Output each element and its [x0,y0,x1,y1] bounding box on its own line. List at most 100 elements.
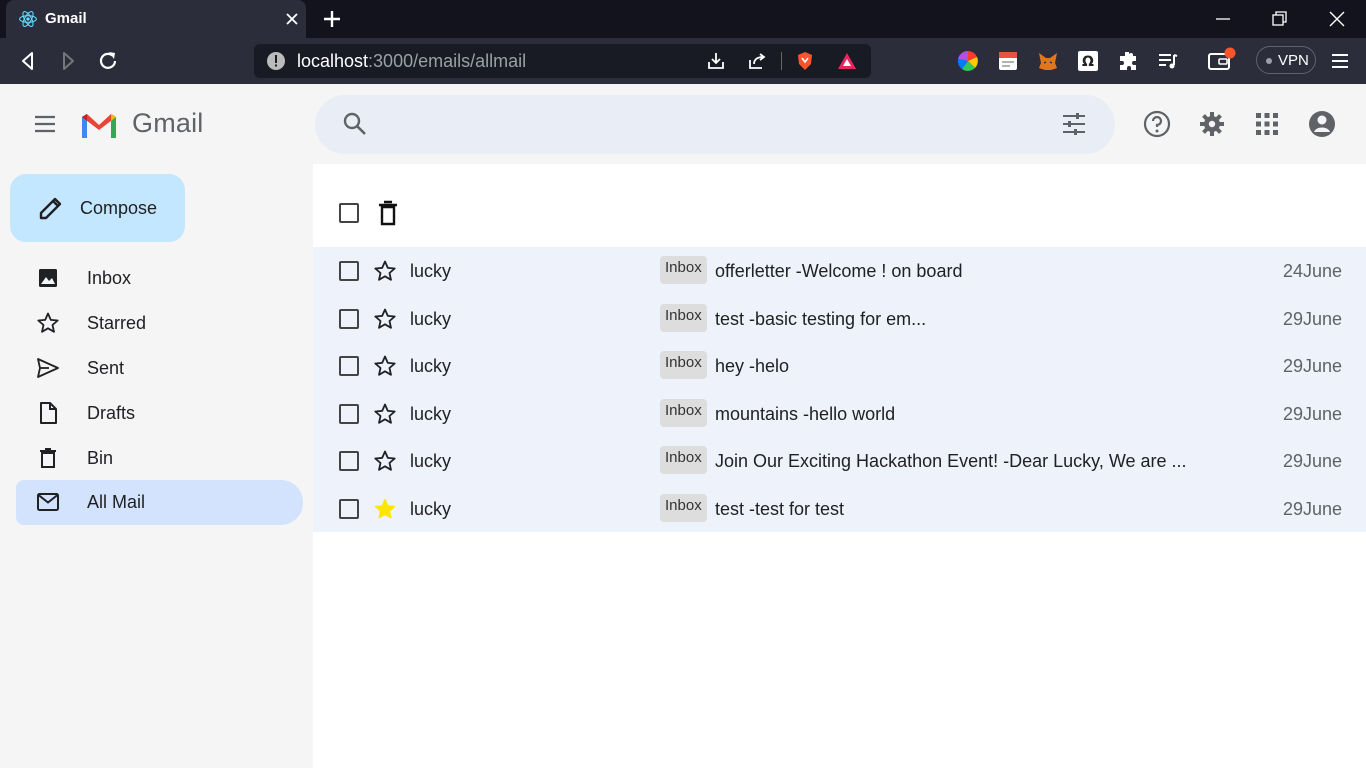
sidebar-item-sent[interactable]: Sent [16,346,303,391]
install-icon[interactable] [705,50,727,72]
email-row[interactable]: lucky Inbox offerletter -Welcome ! on bo… [313,247,1366,295]
email-checkbox[interactable] [339,498,359,519]
wallet-icon[interactable] [1206,47,1236,73]
settings-gear-icon[interactable] [1198,110,1226,138]
pencil-icon [39,197,62,220]
url-text: localhost:3000/emails/allmail [297,51,526,72]
close-tab-icon[interactable] [282,9,302,29]
email-row[interactable]: lucky Inbox test -basic testing for em..… [313,294,1366,342]
vpn-status-icon [1266,58,1272,64]
hamburger-menu-icon[interactable] [33,112,57,136]
close-window-icon[interactable] [1326,8,1348,30]
tab-title: Gmail [45,10,87,27]
minimize-icon[interactable] [1212,8,1234,30]
share-icon[interactable] [746,50,768,72]
star-outline-icon [37,312,59,333]
gmail-header: Gmail [0,84,1366,164]
svg-text:Ω: Ω [1082,54,1094,70]
sidebar-item-drafts[interactable]: Drafts [16,391,303,436]
label-badge: Inbox [660,493,707,522]
email-row[interactable]: lucky Inbox Join Our Exciting Hackathon … [313,437,1366,485]
star-filled-icon[interactable] [373,497,397,521]
photo-icon [39,269,57,287]
browser-menu-icon[interactable] [1328,49,1352,73]
react-logo-icon [19,11,37,27]
omega-extension-icon[interactable]: Ω [1076,49,1100,73]
email-sender: lucky [410,451,452,471]
brave-rewards-icon[interactable] [836,50,858,72]
email-subject: test -test for test [715,498,845,519]
sidebar-item-inbox[interactable]: Inbox [16,256,303,301]
media-playlist-icon[interactable] [1156,49,1180,73]
email-subject: Join Our Exciting Hackathon Event! -Dear… [715,451,1187,471]
sidebar-item-label: Starred [87,313,147,333]
delete-icon[interactable] [376,200,400,226]
search-bar[interactable] [315,95,1115,154]
email-sender: lucky [410,308,452,329]
email-subject: mountains -hello world [715,403,896,424]
send-icon [37,358,59,378]
search-icon[interactable] [342,111,368,137]
sidebar-item-bin[interactable]: Bin [16,436,303,481]
extensions-puzzle-icon[interactable] [1116,49,1140,73]
browser-tab[interactable]: Gmail [6,0,306,38]
url-host: localhost [297,51,369,71]
sidebar-item-label: Drafts [87,403,136,423]
brand-name: Gmail [132,108,204,138]
vpn-button[interactable]: VPN [1256,46,1316,74]
vpn-label: VPN [1278,52,1309,69]
email-date: 29June [1282,403,1342,424]
url-path: :3000/emails/allmail [368,51,527,71]
email-sender: lucky [410,498,452,519]
compose-button[interactable]: Compose [10,174,185,242]
email-row[interactable]: lucky Inbox mountains -hello world 29Jun… [313,389,1366,437]
label-badge: Inbox [660,303,707,332]
label-badge: Inbox [660,446,707,474]
site-info-icon[interactable] [266,51,286,71]
email-sender: lucky [410,356,452,376]
select-all-checkbox[interactable] [339,203,359,223]
account-avatar-icon[interactable] [1308,110,1336,138]
search-input[interactable] [385,109,1035,139]
email-checkbox[interactable] [339,403,359,424]
compose-label: Compose [80,198,158,218]
help-icon[interactable] [1143,110,1171,138]
brave-shield-icon[interactable] [794,50,816,72]
sidebar-item-all-mail[interactable]: All Mail [16,480,303,525]
star-outline-icon[interactable] [373,402,397,426]
restore-icon[interactable] [1268,8,1290,30]
email-checkbox[interactable] [339,261,359,281]
label-badge: Inbox [660,256,707,284]
new-tab-icon[interactable] [320,7,344,31]
apps-grid-icon[interactable] [1253,110,1281,138]
email-date: 29June [1282,451,1342,471]
label-badge: Inbox [660,351,707,379]
mail-actions-bar [313,164,1366,247]
email-date: 24June [1282,261,1342,281]
color-wheel-extension-icon[interactable] [956,49,980,73]
forward-icon[interactable] [56,49,80,73]
email-checkbox[interactable] [339,308,359,329]
omnibox-divider [781,52,782,70]
email-checkbox[interactable] [339,356,359,376]
star-outline-icon[interactable] [373,259,397,283]
email-checkbox[interactable] [339,451,359,471]
sidebar-item-label: Bin [87,448,114,468]
star-outline-icon[interactable] [373,354,397,378]
star-outline-icon[interactable] [373,449,397,473]
reload-icon[interactable] [96,49,120,73]
address-bar[interactable]: localhost:3000/emails/allmail [254,44,871,78]
back-icon[interactable] [16,49,40,73]
search-options-icon[interactable] [1061,111,1087,137]
email-sender: lucky [410,403,452,424]
email-row[interactable]: lucky Inbox hey -helo 29June [313,342,1366,390]
file-icon [40,402,57,424]
browser-tab-bar: Gmail [0,0,1366,38]
email-date: 29June [1282,356,1342,376]
metamask-icon[interactable] [1036,49,1060,73]
notes-extension-icon[interactable] [996,49,1020,73]
star-outline-icon[interactable] [373,307,397,331]
sidebar-item-starred[interactable]: Starred [16,301,303,346]
email-row[interactable]: lucky Inbox test -test for test 29June [313,484,1366,532]
label-badge: Inbox [660,398,707,427]
